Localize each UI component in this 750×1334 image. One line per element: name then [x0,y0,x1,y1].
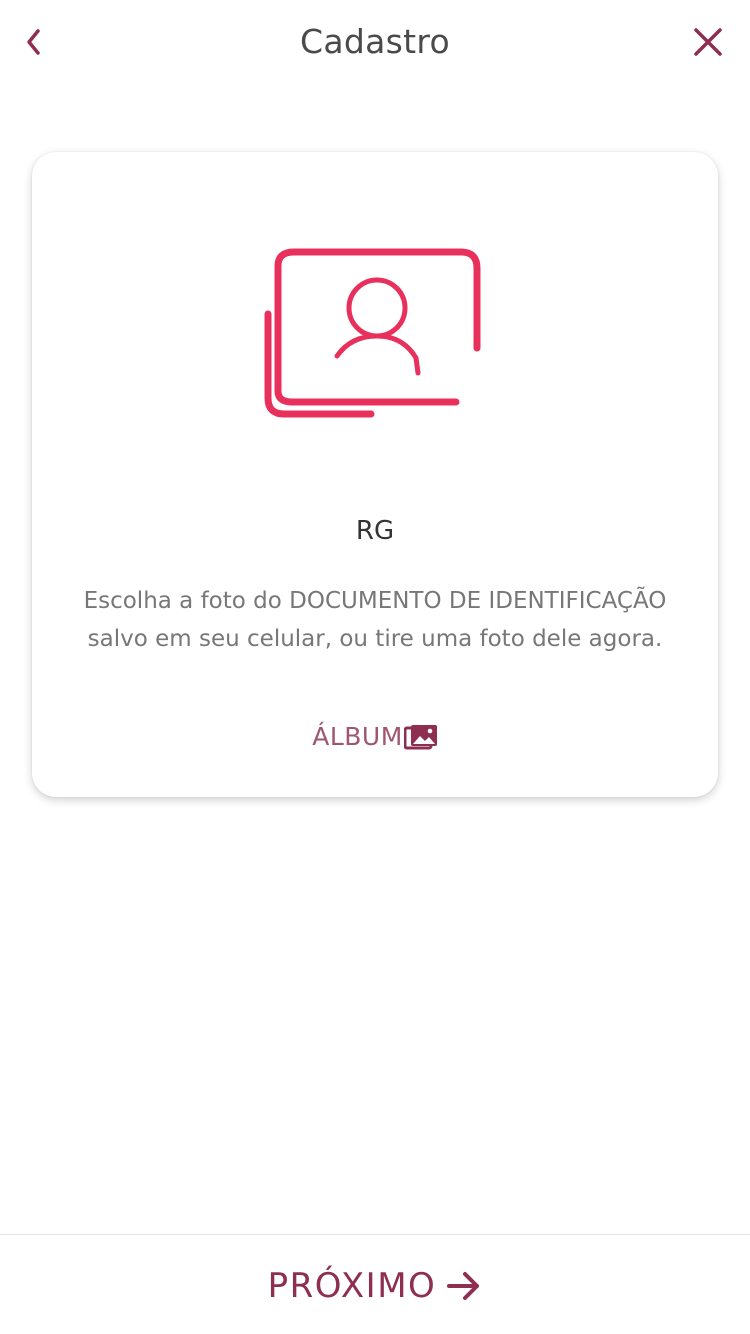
instruction-text: Escolha a foto do DOCUMENTO DE IDENTIFIC… [83,588,667,652]
album-button[interactable]: ÁLBUM [32,722,718,751]
close-button[interactable] [688,24,728,64]
document-card: RG Escolha a foto do DOCUMENTO DE IDENTI… [32,152,718,797]
photo-album-icon [403,723,438,751]
close-icon [693,27,723,61]
arrow-right-icon [446,1270,482,1302]
id-document-photo-icon [263,248,483,424]
page-title: Cadastro [300,22,450,61]
next-button[interactable]: PRÓXIMO [0,1256,750,1316]
header-bar: Cadastro [0,0,750,88]
document-type-title: RG [355,516,395,546]
album-label: ÁLBUM [312,722,403,751]
next-label: PRÓXIMO [267,1266,437,1306]
footer-divider [0,1234,750,1235]
